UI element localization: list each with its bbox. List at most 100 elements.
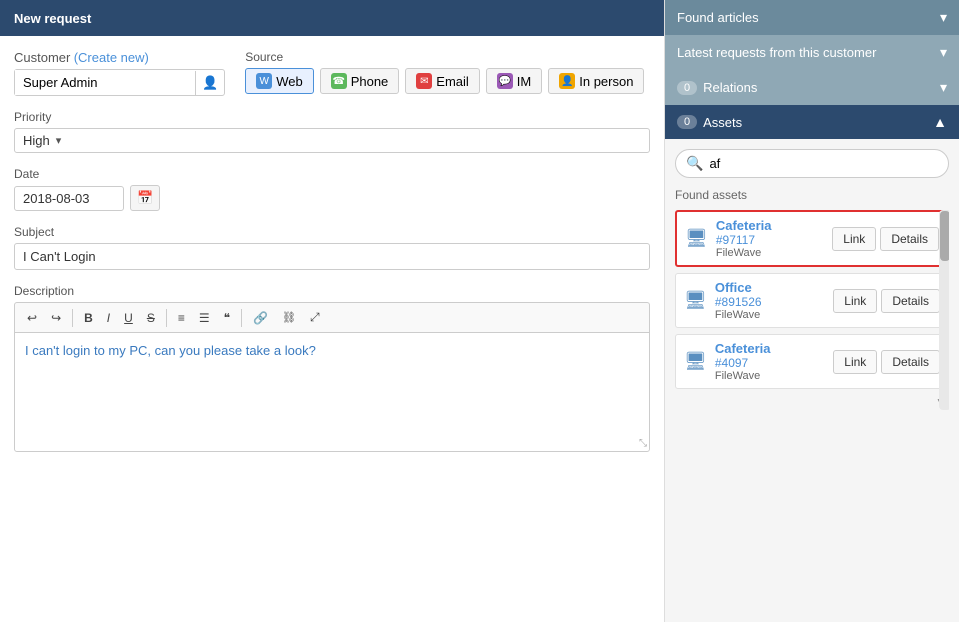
assets-body: 🔍 Found assets 🖥 Cafeteria #97117 FileWa… xyxy=(665,139,959,622)
customer-label: Customer (Create new) xyxy=(14,50,225,65)
asset-name: Cafeteria xyxy=(716,218,824,233)
date-input[interactable] xyxy=(14,186,124,211)
relations-chevron-icon: ▾ xyxy=(940,79,947,96)
strikethrough-button[interactable]: S xyxy=(141,308,161,328)
source-web-label: Web xyxy=(276,74,303,89)
asset-info: Office #891526 FileWave xyxy=(715,280,825,321)
latest-requests-header[interactable]: Latest requests from this customer ▾ xyxy=(665,35,959,70)
source-phone-label: Phone xyxy=(351,74,389,89)
priority-label: Priority xyxy=(14,110,650,124)
source-im-button[interactable]: 💬 IM xyxy=(486,68,542,94)
toolbar-divider-3 xyxy=(241,309,242,327)
list-item: 🖥 Cafeteria #4097 FileWave Link Details xyxy=(675,334,949,389)
scroll-thumb[interactable] xyxy=(940,211,949,261)
redo-button[interactable]: ↪ xyxy=(45,308,67,328)
assets-count: 0 xyxy=(677,115,697,129)
italic-button[interactable]: I xyxy=(101,308,116,328)
email-icon: ✉ xyxy=(416,73,432,89)
date-row: 📅 xyxy=(14,185,650,211)
source-web-button[interactable]: W Web xyxy=(245,68,314,94)
asset-actions: Link Details xyxy=(833,350,940,374)
create-new-link[interactable]: (Create new) xyxy=(74,50,149,65)
asset-details-button[interactable]: Details xyxy=(881,289,940,313)
asset-search-input[interactable] xyxy=(709,156,938,171)
priority-dropdown[interactable]: High ▾ xyxy=(14,128,650,153)
asset-type: FileWave xyxy=(716,247,824,259)
source-label: Source xyxy=(245,50,644,64)
asset-list: 🖥 Cafeteria #97117 FileWave Link Details xyxy=(675,210,949,612)
inperson-icon: 👤 xyxy=(559,73,575,89)
asset-actions: Link Details xyxy=(833,289,940,313)
calendar-button[interactable]: 📅 xyxy=(130,185,160,211)
scroll-down-area: ▼ xyxy=(675,395,949,409)
assets-title: Assets xyxy=(703,115,933,130)
source-inperson-button[interactable]: 👤 In person xyxy=(548,68,644,94)
asset-id: #97117 xyxy=(716,233,824,247)
undo-button[interactable]: ↩ xyxy=(21,308,43,328)
editor-area[interactable]: I can't login to my PC, can you please t… xyxy=(14,332,650,452)
unlink-button[interactable]: ⛓ xyxy=(276,308,302,327)
editor-toolbar: ↩ ↪ B I U S ≡ ☰ ❝ 🔗 ⛓ ⤢ xyxy=(14,302,650,332)
asset-name: Office xyxy=(715,280,825,295)
toolbar-divider-2 xyxy=(166,309,167,327)
web-icon: W xyxy=(256,73,272,89)
bold-button[interactable]: B xyxy=(78,308,99,328)
source-section: Source W Web ☎ Phone ✉ Email xyxy=(245,50,644,96)
asset-link-button[interactable]: Link xyxy=(832,227,876,251)
asset-id: #4097 xyxy=(715,356,825,370)
unordered-list-button[interactable]: ☰ xyxy=(193,308,216,328)
asset-details-button[interactable]: Details xyxy=(880,227,939,251)
form-header: New request xyxy=(0,0,664,36)
priority-value: High xyxy=(23,133,50,148)
customer-input-wrapper: 👤 xyxy=(14,69,225,96)
asset-link-button[interactable]: Link xyxy=(833,289,877,313)
customer-input[interactable] xyxy=(15,70,195,95)
editor-content: I can't login to my PC, can you please t… xyxy=(25,343,316,358)
source-im-label: IM xyxy=(517,74,531,89)
asset-actions: Link Details xyxy=(832,227,939,251)
resize-handle-icon[interactable]: ⤡ xyxy=(639,438,647,449)
source-phone-button[interactable]: ☎ Phone xyxy=(320,68,400,94)
source-email-button[interactable]: ✉ Email xyxy=(405,68,480,94)
asset-info: Cafeteria #97117 FileWave xyxy=(716,218,824,259)
asset-search-box[interactable]: 🔍 xyxy=(675,149,949,178)
asset-computer-icon: 🖥 xyxy=(684,351,707,372)
found-articles-header[interactable]: Found articles ▾ xyxy=(665,0,959,35)
date-label: Date xyxy=(14,167,650,181)
scroll-track xyxy=(939,210,949,410)
description-label: Description xyxy=(14,284,650,298)
priority-section: Priority High ▾ xyxy=(14,110,650,153)
latest-requests-chevron-icon: ▾ xyxy=(940,44,947,61)
form-title: New request xyxy=(14,11,91,26)
phone-icon: ☎ xyxy=(331,73,347,89)
form-content: Customer (Create new) 👤 Source W Web xyxy=(0,36,664,622)
found-assets-label: Found assets xyxy=(675,188,949,202)
ordered-list-button[interactable]: ≡ xyxy=(172,308,191,328)
asset-type: FileWave xyxy=(715,309,825,321)
date-section: Date 📅 xyxy=(14,167,650,211)
asset-type: FileWave xyxy=(715,370,825,382)
left-panel: New request Customer (Create new) 👤 Sour… xyxy=(0,0,664,622)
fullscreen-button[interactable]: ⤢ xyxy=(304,307,326,328)
description-section: Description ↩ ↪ B I U S ≡ ☰ ❝ 🔗 ⛓ ⤢ xyxy=(14,284,650,452)
main-layout: New request Customer (Create new) 👤 Sour… xyxy=(0,0,959,622)
relations-header[interactable]: 0 Relations ▾ xyxy=(665,70,959,105)
relations-title: Relations xyxy=(703,80,940,95)
customer-icon[interactable]: 👤 xyxy=(195,71,224,95)
toolbar-divider-1 xyxy=(72,309,73,327)
asset-link-button[interactable]: Link xyxy=(833,350,877,374)
assets-chevron-icon: ▲ xyxy=(933,114,947,130)
right-panel: Found articles ▾ Latest requests from th… xyxy=(664,0,959,622)
blockquote-button[interactable]: ❝ xyxy=(218,308,236,328)
customer-section: Customer (Create new) 👤 xyxy=(14,50,225,96)
subject-label: Subject xyxy=(14,225,650,239)
asset-id: #891526 xyxy=(715,295,825,309)
priority-chevron-icon: ▾ xyxy=(56,134,62,147)
assets-header[interactable]: 0 Assets ▲ xyxy=(665,105,959,139)
underline-button[interactable]: U xyxy=(118,308,139,328)
asset-computer-icon: 🖥 xyxy=(685,228,708,249)
asset-details-button[interactable]: Details xyxy=(881,350,940,374)
asset-name: Cafeteria xyxy=(715,341,825,356)
subject-input[interactable] xyxy=(14,243,650,270)
link-button[interactable]: 🔗 xyxy=(247,308,274,328)
